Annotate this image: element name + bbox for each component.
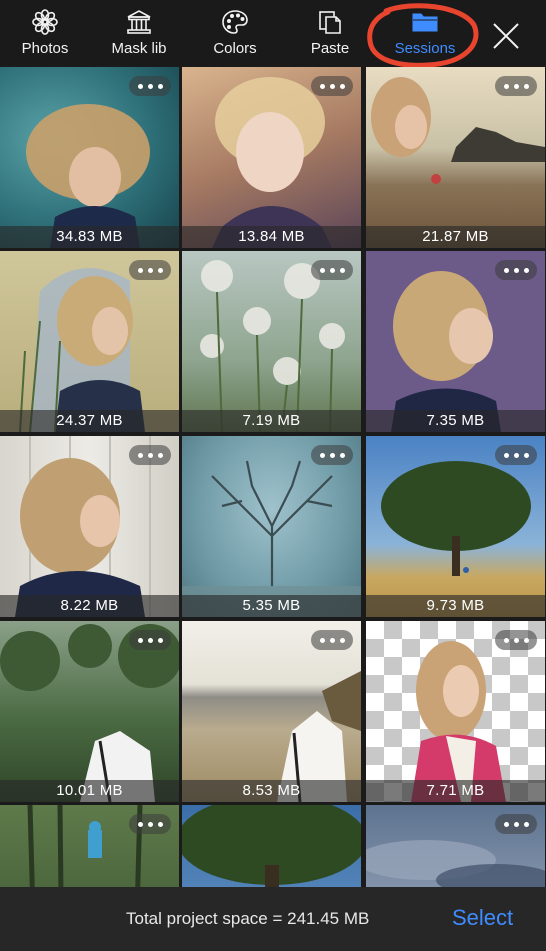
session-size: 7.19 MB: [182, 410, 361, 432]
more-options-button[interactable]: [311, 445, 353, 465]
session-size: 8.22 MB: [0, 595, 179, 617]
paste-tab[interactable]: Paste: [285, 8, 375, 62]
more-options-button[interactable]: [495, 445, 537, 465]
more-options-button[interactable]: [129, 260, 171, 280]
session-thumbnail[interactable]: [182, 805, 361, 887]
more-options-button[interactable]: [495, 630, 537, 650]
session-thumbnail[interactable]: 13.84 MB: [182, 67, 361, 248]
session-size: 34.83 MB: [0, 226, 179, 248]
more-options-button[interactable]: [129, 630, 171, 650]
session-thumbnail[interactable]: 8.53 MB: [182, 621, 361, 802]
session-size: 8.53 MB: [182, 780, 361, 802]
session-size: 7.71 MB: [366, 780, 545, 802]
close-button[interactable]: [488, 18, 524, 54]
session-size: 5.35 MB: [182, 595, 361, 617]
session-thumbnail[interactable]: 7.35 MB: [366, 251, 545, 432]
session-thumbnail[interactable]: 24.37 MB: [0, 251, 179, 432]
more-options-button[interactable]: [311, 260, 353, 280]
more-options-button[interactable]: [495, 76, 537, 96]
more-options-button[interactable]: [129, 445, 171, 465]
session-size: 7.35 MB: [366, 410, 545, 432]
colors-tab-label: Colors: [213, 40, 257, 57]
sessions-grid: 34.83 MB 13.84 MB 21.87 MB 24.37 MB 7.19…: [0, 67, 546, 887]
top-toolbar: Photos Mask lib Colors Paste Sessions: [0, 0, 546, 68]
session-size: 10.01 MB: [0, 780, 179, 802]
more-options-button[interactable]: [311, 630, 353, 650]
session-thumbnail[interactable]: 21.87 MB: [366, 67, 545, 248]
session-size: 9.73 MB: [366, 595, 545, 617]
colors-tab[interactable]: Colors: [190, 8, 280, 62]
session-image: [182, 805, 361, 887]
session-thumbnail[interactable]: 7.71 MB: [366, 621, 545, 802]
total-project-space: Total project space = 241.45 MB: [126, 909, 370, 928]
mask-lib-tab-label: Mask lib: [111, 40, 167, 57]
more-options-button[interactable]: [495, 260, 537, 280]
session-thumbnail[interactable]: 7.19 MB: [182, 251, 361, 432]
session-thumbnail[interactable]: 9.73 MB: [366, 436, 545, 617]
session-size: 13.84 MB: [182, 226, 361, 248]
session-thumbnail[interactable]: [366, 805, 545, 887]
more-options-button[interactable]: [495, 814, 537, 834]
museum-icon: [124, 8, 154, 36]
session-size: 21.87 MB: [366, 226, 545, 248]
clipboard-icon: [315, 8, 345, 36]
mask-lib-tab[interactable]: Mask lib: [94, 8, 184, 62]
palette-icon: [220, 8, 250, 36]
flower-icon: [30, 8, 60, 36]
session-thumbnail[interactable]: 34.83 MB: [0, 67, 179, 248]
session-thumbnail[interactable]: 5.35 MB: [182, 436, 361, 617]
paste-tab-label: Paste: [310, 40, 350, 57]
session-size: 24.37 MB: [0, 410, 179, 432]
more-options-button[interactable]: [129, 814, 171, 834]
session-thumbnail[interactable]: 8.22 MB: [0, 436, 179, 617]
session-thumbnail[interactable]: 10.01 MB: [0, 621, 179, 802]
photos-tab-label: Photos: [21, 40, 69, 57]
session-thumbnail[interactable]: [0, 805, 179, 887]
more-options-button[interactable]: [129, 76, 171, 96]
bottom-bar: Total project space = 241.45 MB Select: [0, 887, 546, 951]
close-icon: [493, 23, 519, 49]
more-options-button[interactable]: [311, 76, 353, 96]
photos-tab[interactable]: Photos: [0, 8, 90, 62]
sessions-highlight-ring: [367, 3, 479, 68]
select-button[interactable]: Select: [452, 905, 513, 931]
